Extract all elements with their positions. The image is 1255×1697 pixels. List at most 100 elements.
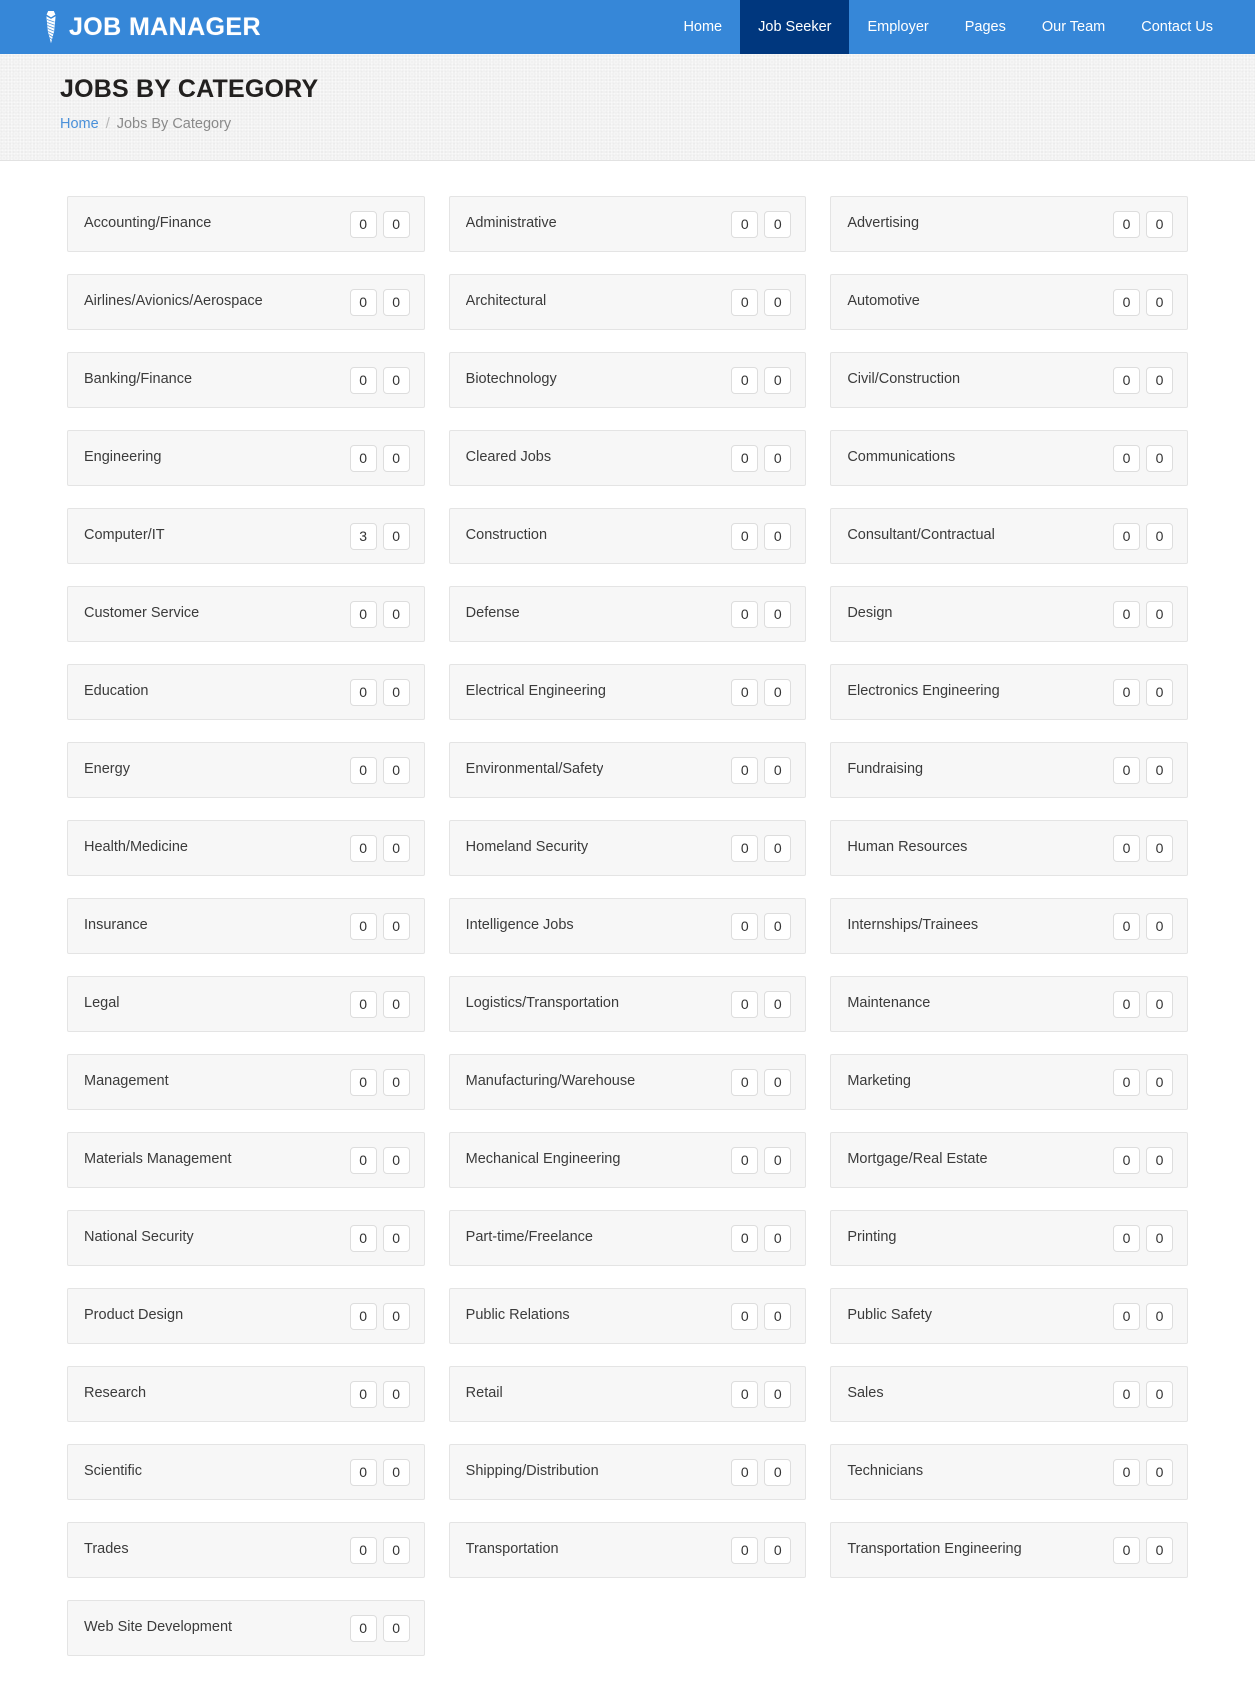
open-jobs-count-badge[interactable]: 0 <box>1112 600 1140 628</box>
secondary-count-badge[interactable]: 0 <box>764 1458 792 1486</box>
secondary-count-badge[interactable]: 0 <box>1145 1536 1173 1564</box>
category-card[interactable]: Transportation 0 0 <box>448 1522 807 1578</box>
category-card[interactable]: Advertising 0 0 <box>830 196 1188 252</box>
open-jobs-count-badge[interactable]: 0 <box>1112 288 1140 316</box>
open-jobs-count-badge[interactable]: 0 <box>1112 522 1140 550</box>
category-card[interactable]: Electronics Engineering 0 0 <box>830 664 1188 720</box>
secondary-count-badge[interactable]: 0 <box>764 1224 792 1252</box>
secondary-count-badge[interactable]: 0 <box>382 600 410 628</box>
category-card[interactable]: Construction 0 0 <box>448 508 807 564</box>
category-card[interactable]: Materials Management 0 0 <box>67 1132 425 1188</box>
category-card[interactable]: Airlines/Avionics/Aerospace 0 0 <box>67 274 425 330</box>
open-jobs-count-badge[interactable]: 0 <box>731 288 759 316</box>
open-jobs-count-badge[interactable]: 0 <box>1112 1146 1140 1174</box>
category-card[interactable]: Trades 0 0 <box>67 1522 425 1578</box>
open-jobs-count-badge[interactable]: 0 <box>349 1380 377 1408</box>
open-jobs-count-badge[interactable]: 0 <box>349 366 377 394</box>
open-jobs-count-badge[interactable]: 0 <box>731 678 759 706</box>
category-card[interactable]: Banking/Finance 0 0 <box>67 352 425 408</box>
open-jobs-count-badge[interactable]: 0 <box>1112 1224 1140 1252</box>
category-card[interactable]: Legal 0 0 <box>67 976 425 1032</box>
open-jobs-count-badge[interactable]: 0 <box>1112 1458 1140 1486</box>
secondary-count-badge[interactable]: 0 <box>764 444 792 472</box>
open-jobs-count-badge[interactable]: 0 <box>349 1458 377 1486</box>
category-card[interactable]: Electrical Engineering 0 0 <box>448 664 807 720</box>
secondary-count-badge[interactable]: 0 <box>764 600 792 628</box>
category-card[interactable]: Design 0 0 <box>830 586 1188 642</box>
secondary-count-badge[interactable]: 0 <box>1145 210 1173 238</box>
category-card[interactable]: Civil/Construction 0 0 <box>830 352 1188 408</box>
category-card[interactable]: Product Design 0 0 <box>67 1288 425 1344</box>
open-jobs-count-badge[interactable]: 0 <box>1112 990 1140 1018</box>
brand-logo[interactable]: JOB MANAGER <box>0 0 261 54</box>
open-jobs-count-badge[interactable]: 0 <box>349 1146 377 1174</box>
secondary-count-badge[interactable]: 0 <box>382 1224 410 1252</box>
open-jobs-count-badge[interactable]: 0 <box>1112 1302 1140 1330</box>
secondary-count-badge[interactable]: 0 <box>764 912 792 940</box>
open-jobs-count-badge[interactable]: 0 <box>731 444 759 472</box>
open-jobs-count-badge[interactable]: 0 <box>731 1380 759 1408</box>
open-jobs-count-badge[interactable]: 0 <box>731 1146 759 1174</box>
secondary-count-badge[interactable]: 0 <box>764 990 792 1018</box>
secondary-count-badge[interactable]: 0 <box>382 1068 410 1096</box>
open-jobs-count-badge[interactable]: 0 <box>1112 912 1140 940</box>
open-jobs-count-badge[interactable]: 0 <box>349 210 377 238</box>
secondary-count-badge[interactable]: 0 <box>382 1536 410 1564</box>
category-card[interactable]: Health/Medicine 0 0 <box>67 820 425 876</box>
open-jobs-count-badge[interactable]: 0 <box>1112 210 1140 238</box>
category-card[interactable]: Logistics/Transportation 0 0 <box>448 976 807 1032</box>
open-jobs-count-badge[interactable]: 0 <box>349 1536 377 1564</box>
nav-item-home[interactable]: Home <box>665 0 740 54</box>
open-jobs-count-badge[interactable]: 0 <box>349 912 377 940</box>
secondary-count-badge[interactable]: 0 <box>1145 1380 1173 1408</box>
nav-item-job-seeker[interactable]: Job Seeker <box>740 0 850 54</box>
open-jobs-count-badge[interactable]: 0 <box>1112 444 1140 472</box>
secondary-count-badge[interactable]: 0 <box>382 444 410 472</box>
secondary-count-badge[interactable]: 0 <box>764 522 792 550</box>
category-card[interactable]: Research 0 0 <box>67 1366 425 1422</box>
secondary-count-badge[interactable]: 0 <box>382 1380 410 1408</box>
category-card[interactable]: Defense 0 0 <box>448 586 807 642</box>
open-jobs-count-badge[interactable]: 0 <box>731 834 759 862</box>
secondary-count-badge[interactable]: 0 <box>764 1302 792 1330</box>
category-card[interactable]: Architectural 0 0 <box>448 274 807 330</box>
category-card[interactable]: Internships/Trainees 0 0 <box>830 898 1188 954</box>
category-card[interactable]: Fundraising 0 0 <box>830 742 1188 798</box>
open-jobs-count-badge[interactable]: 0 <box>349 834 377 862</box>
category-card[interactable]: Manufacturing/Warehouse 0 0 <box>448 1054 807 1110</box>
secondary-count-badge[interactable]: 0 <box>1145 522 1173 550</box>
category-card[interactable]: Biotechnology 0 0 <box>448 352 807 408</box>
secondary-count-badge[interactable]: 0 <box>1145 1458 1173 1486</box>
secondary-count-badge[interactable]: 0 <box>1145 444 1173 472</box>
nav-item-pages[interactable]: Pages <box>947 0 1024 54</box>
secondary-count-badge[interactable]: 0 <box>382 678 410 706</box>
secondary-count-badge[interactable]: 0 <box>764 1146 792 1174</box>
open-jobs-count-badge[interactable]: 0 <box>731 1536 759 1564</box>
category-card[interactable]: Marketing 0 0 <box>830 1054 1188 1110</box>
category-card[interactable]: Intelligence Jobs 0 0 <box>448 898 807 954</box>
open-jobs-count-badge[interactable]: 0 <box>731 1302 759 1330</box>
secondary-count-badge[interactable]: 0 <box>382 912 410 940</box>
category-card[interactable]: Insurance 0 0 <box>67 898 425 954</box>
category-card[interactable]: Sales 0 0 <box>830 1366 1188 1422</box>
secondary-count-badge[interactable]: 0 <box>382 1614 410 1642</box>
open-jobs-count-badge[interactable]: 0 <box>731 756 759 784</box>
open-jobs-count-badge[interactable]: 0 <box>349 1302 377 1330</box>
open-jobs-count-badge[interactable]: 0 <box>731 990 759 1018</box>
category-card[interactable]: Education 0 0 <box>67 664 425 720</box>
secondary-count-badge[interactable]: 0 <box>764 834 792 862</box>
open-jobs-count-badge[interactable]: 0 <box>731 1458 759 1486</box>
category-card[interactable]: Retail 0 0 <box>448 1366 807 1422</box>
category-card[interactable]: Energy 0 0 <box>67 742 425 798</box>
open-jobs-count-badge[interactable]: 0 <box>731 1068 759 1096</box>
open-jobs-count-badge[interactable]: 0 <box>349 678 377 706</box>
secondary-count-badge[interactable]: 0 <box>764 210 792 238</box>
secondary-count-badge[interactable]: 0 <box>382 1458 410 1486</box>
open-jobs-count-badge[interactable]: 0 <box>1112 1536 1140 1564</box>
open-jobs-count-badge[interactable]: 0 <box>349 288 377 316</box>
secondary-count-badge[interactable]: 0 <box>1145 912 1173 940</box>
secondary-count-badge[interactable]: 0 <box>764 678 792 706</box>
secondary-count-badge[interactable]: 0 <box>764 366 792 394</box>
category-card[interactable]: Printing 0 0 <box>830 1210 1188 1266</box>
secondary-count-badge[interactable]: 0 <box>382 990 410 1018</box>
